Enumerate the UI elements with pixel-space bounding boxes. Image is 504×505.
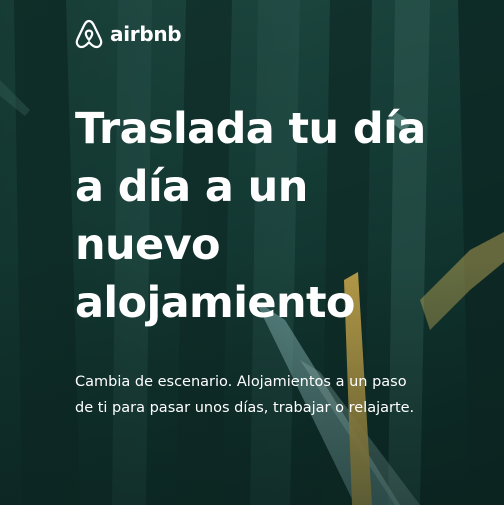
airbnb-belo-icon xyxy=(75,19,103,49)
hero-subtext: Cambia de escenario. Alojamientos a un p… xyxy=(75,369,475,421)
headline-line: alojamiento xyxy=(75,278,355,328)
headline-line: Traslada tu día xyxy=(75,104,426,154)
headline-line: nuevo xyxy=(75,220,221,270)
hero-content: airbnb Traslada tu día a día a un nuevo … xyxy=(0,0,504,505)
brand-name: airbnb xyxy=(110,22,182,46)
subtext-line: de ti para pasar unos días, trabajar o r… xyxy=(75,400,415,416)
headline-line: a día a un xyxy=(75,162,308,212)
hero-headline: Traslada tu día a día a un nuevo alojami… xyxy=(75,100,485,332)
subtext-line: Cambia de escenario. Alojamientos a un p… xyxy=(75,374,407,390)
hero-section: airbnb Traslada tu día a día a un nuevo … xyxy=(0,0,504,505)
airbnb-logo-link[interactable]: airbnb xyxy=(74,18,182,50)
